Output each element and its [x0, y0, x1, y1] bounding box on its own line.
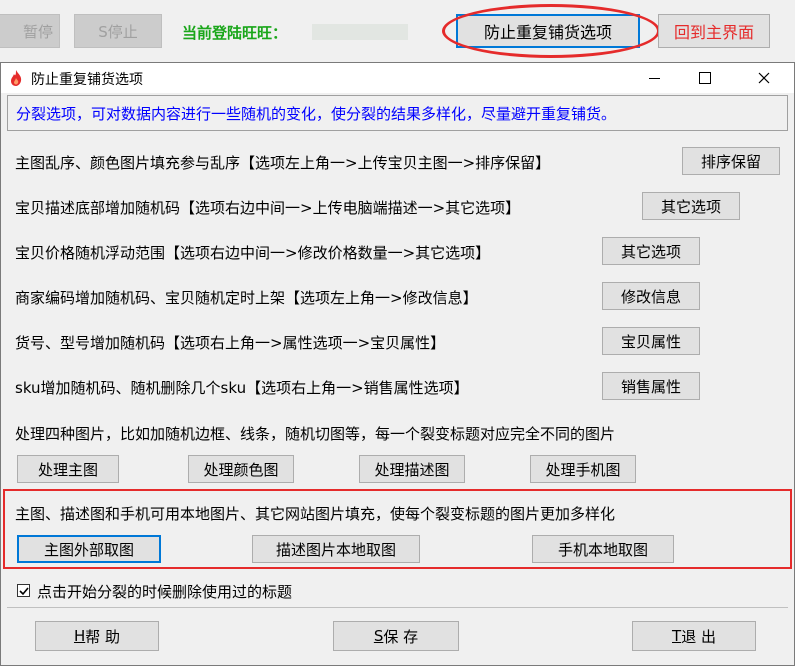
minimize-icon[interactable] [631, 63, 677, 93]
option-row-text: 主图乱序、颜色图片填充参与乱序【选项左上角一>上传宝贝主图一>排序保留】 [15, 154, 551, 172]
checkmark-icon [19, 587, 29, 596]
checkbox-box[interactable] [17, 584, 30, 597]
stop-button[interactable]: S停止 [74, 14, 162, 48]
maximize-icon[interactable] [681, 63, 727, 93]
process-description-image-button[interactable]: 处理描述图 [359, 455, 465, 483]
exit-text: 退 出 [681, 627, 716, 646]
save-hotkey: S [373, 627, 384, 645]
item-attributes-button[interactable]: 宝贝属性 [602, 327, 700, 355]
process-main-image-button[interactable]: 处理主图 [17, 455, 119, 483]
main-image-external-button[interactable]: 主图外部取图 [17, 535, 161, 563]
dialog-title: 防止重复铺货选项 [31, 72, 143, 88]
help-text: 帮 助 [85, 627, 121, 646]
exit-button[interactable]: T退 出 [632, 621, 756, 651]
save-button[interactable]: S保 存 [333, 621, 459, 651]
sales-attributes-button[interactable]: 销售属性 [602, 372, 700, 400]
mobile-image-local-button[interactable]: 手机本地取图 [532, 535, 674, 563]
sort-retain-button[interactable]: 排序保留 [682, 147, 780, 175]
close-icon[interactable] [741, 63, 787, 93]
option-row-text: 宝贝价格随机浮动范围【选项右边中间一>修改价格数量一>其它选项】 [15, 244, 491, 262]
save-text: 保 存 [383, 627, 419, 646]
intro-text: 分裂选项，可对数据内容进行一些随机的变化，使分裂的结果多样化，尽量避开重复铺货。 [16, 105, 617, 123]
intro-panel: 分裂选项，可对数据内容进行一些随机的变化，使分裂的结果多样化，尽量避开重复铺货。 [7, 95, 788, 131]
other-options-button-2[interactable]: 其它选项 [602, 237, 700, 265]
exit-hotkey: T [672, 627, 682, 645]
prevent-duplicate-options-button[interactable]: 防止重复铺货选项 [456, 14, 640, 48]
help-hotkey: H [73, 627, 86, 645]
other-options-button[interactable]: 其它选项 [642, 192, 740, 220]
main-toolbar: 暂停 S停止 当前登陆旺旺： 防止重复铺货选项 回到主界面 [0, 0, 795, 62]
process-mobile-image-button[interactable]: 处理手机图 [530, 455, 636, 483]
login-label: 当前登陆旺旺： [182, 24, 288, 42]
delete-used-titles-checkbox[interactable]: 点击开始分裂的时候删除使用过的标题 [17, 581, 377, 601]
option-row-text: sku增加随机码、随机删除几个sku【选项右上角一>销售属性选项】 [15, 379, 469, 397]
image-process-note: 处理四种图片，比如加随机边框、线条，随机切图等，每一个裂变标题对应完全不同的图片 [15, 425, 616, 443]
login-value-blurred [312, 24, 408, 40]
pause-button[interactable]: 暂停 [0, 14, 60, 48]
dialog-titlebar[interactable]: 防止重复铺货选项 [1, 63, 794, 93]
description-image-local-button[interactable]: 描述图片本地取图 [252, 535, 420, 563]
option-row-text: 货号、型号增加随机码【选项右上角一>属性选项一>宝贝属性】 [15, 334, 446, 352]
option-row-text: 商家编码增加随机码、宝贝随机定时上架【选项左上角一>修改信息】 [15, 289, 478, 307]
flame-icon [11, 70, 22, 86]
option-row-text: 宝贝描述底部增加随机码【选项右边中间一>上传电脑端描述一>其它选项】 [15, 199, 521, 217]
process-color-image-button[interactable]: 处理颜色图 [188, 455, 294, 483]
checkbox-label: 点击开始分裂的时候删除使用过的标题 [37, 583, 293, 601]
back-to-main-button[interactable]: 回到主界面 [658, 14, 770, 48]
footer-divider [7, 607, 788, 608]
modify-info-button[interactable]: 修改信息 [602, 282, 700, 310]
local-image-note: 主图、描述图和手机可用本地图片、其它网站图片填充，使每个裂变标题的图片更加多样化 [15, 505, 616, 523]
dialog-window: 防止重复铺货选项 分裂选项，可对数据内容进行一些随机的变化，使分裂的结果多样化，… [0, 62, 795, 666]
help-button[interactable]: H帮 助 [35, 621, 159, 651]
